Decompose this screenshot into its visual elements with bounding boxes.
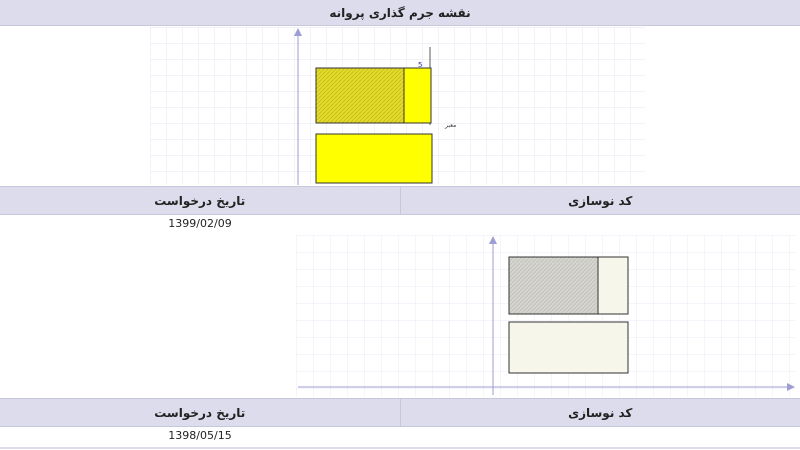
page-title: نقشه جرم گذاری پروانه bbox=[0, 0, 800, 26]
table-row-1: 1399/02/09 bbox=[0, 212, 800, 234]
plan-1-hatched-rect bbox=[315, 67, 405, 124]
bottom-divider bbox=[0, 447, 800, 449]
plan-1-side-label: معبر bbox=[444, 122, 456, 129]
value-date-2: 1398/05/15 bbox=[168, 428, 232, 442]
plan-2-hatched-rect bbox=[508, 256, 599, 315]
table-header-row-2: کد نوسازی تاریخ درخواست bbox=[0, 398, 800, 427]
plan-2-side-rect bbox=[597, 256, 629, 315]
plan-2-bottom-rect bbox=[508, 321, 629, 374]
header-code-1: کد نوسازی bbox=[568, 193, 633, 208]
value-code-2 bbox=[400, 424, 800, 446]
table-header-row-1: کد نوسازی تاریخ درخواست bbox=[0, 186, 800, 215]
header-code-2: کد نوسازی bbox=[568, 405, 633, 420]
plan-2-drawing bbox=[296, 235, 796, 397]
plan-1: 5 معبر bbox=[150, 27, 645, 185]
header-date-2: تاریخ درخواست bbox=[0, 399, 401, 426]
header-date-1: تاریخ درخواست bbox=[0, 187, 401, 214]
plan-2 bbox=[296, 235, 796, 397]
plan-1-drawing: 5 معبر bbox=[150, 27, 645, 185]
table-row-2: 1398/05/15 bbox=[0, 424, 800, 446]
plan-1-edge-label: 5 bbox=[418, 61, 422, 69]
value-date-1: 1399/02/09 bbox=[168, 216, 232, 230]
plan-1-side-rect bbox=[403, 67, 432, 124]
plan-1-bottom-rect bbox=[315, 133, 433, 184]
value-code-1 bbox=[400, 212, 800, 234]
